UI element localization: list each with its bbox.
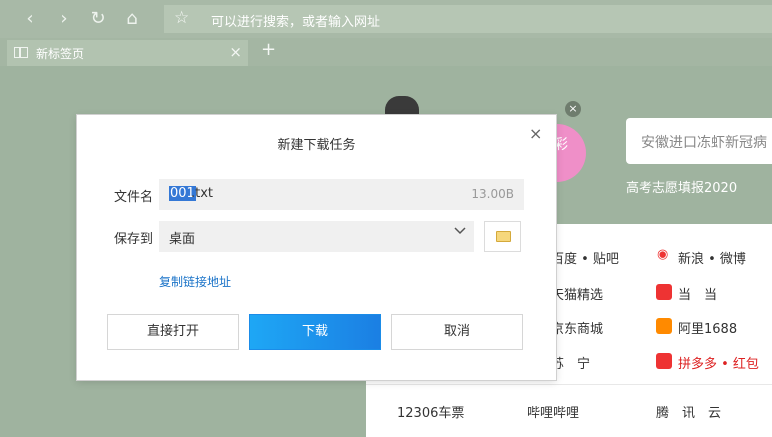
promo-text: 彩 bbox=[554, 137, 568, 153]
download-button[interactable]: 下载 bbox=[249, 314, 381, 350]
link-tencent-cloud[interactable]: 腾 讯 云 bbox=[656, 402, 721, 421]
refresh-icon[interactable]: ↻ bbox=[86, 7, 110, 31]
link-pinduoduo[interactable]: 拼多多 • 红包 bbox=[678, 353, 759, 372]
filename-extension: .txt bbox=[191, 186, 214, 201]
new-tab-button[interactable]: + bbox=[261, 39, 276, 60]
saveto-value: 桌面 bbox=[169, 232, 196, 247]
dialog-title: 新建下载任务 bbox=[277, 138, 356, 153]
download-dialog: 新建下载任务 × 文件名 001 .txt 13.00B 保存到 桌面 复制链接… bbox=[77, 115, 556, 380]
close-icon[interactable]: × bbox=[565, 101, 581, 117]
link-suning[interactable]: 苏 宁 bbox=[551, 353, 590, 372]
link-baidu[interactable]: 百度 • 贴吧 bbox=[551, 248, 619, 267]
pinduoduo-icon bbox=[656, 353, 672, 369]
dangdang-icon bbox=[656, 284, 672, 300]
file-size: 13.00B bbox=[471, 187, 514, 201]
tab-label: 新标签页 bbox=[36, 47, 85, 61]
browse-folder-button[interactable] bbox=[484, 221, 521, 252]
search-box[interactable]: 安徽进口冻虾新冠病 bbox=[626, 118, 772, 164]
dialog-close-icon[interactable]: × bbox=[529, 124, 542, 143]
filename-field[interactable]: 001 .txt 13.00B bbox=[159, 179, 524, 210]
home-icon[interactable]: ⌂ bbox=[120, 7, 144, 31]
saveto-label: 保存到 bbox=[114, 232, 154, 247]
link-12306[interactable]: 12306车票 bbox=[397, 402, 464, 421]
hot-link[interactable]: 高考志愿填报2020 bbox=[626, 177, 737, 196]
copy-link-button[interactable]: 复制链接地址 bbox=[159, 273, 231, 290]
chevron-down-icon[interactable] bbox=[454, 224, 466, 236]
link-1688[interactable]: 阿里1688 bbox=[678, 318, 737, 337]
folder-icon bbox=[496, 231, 511, 242]
saveto-select[interactable]: 桌面 bbox=[159, 221, 474, 252]
alibaba-icon bbox=[656, 318, 672, 334]
search-suggestion: 安徽进口冻虾新冠病 bbox=[641, 135, 767, 151]
forward-icon[interactable]: › bbox=[52, 7, 76, 31]
open-directly-button[interactable]: 直接打开 bbox=[107, 314, 239, 350]
divider bbox=[366, 384, 772, 385]
link-tmall[interactable]: 天猫精选 bbox=[551, 284, 603, 303]
address-bar[interactable]: ☆ 可以进行搜索，或者输入网址 bbox=[164, 5, 772, 33]
back-icon[interactable]: ‹ bbox=[18, 7, 42, 31]
tab-new-tab[interactable]: 新标签页 × bbox=[7, 40, 248, 66]
link-sina[interactable]: 新浪 • 微博 bbox=[678, 248, 746, 267]
page-icon bbox=[14, 47, 28, 58]
link-bilibili[interactable]: 哔哩哔哩 bbox=[527, 402, 579, 421]
weibo-icon: ◉ bbox=[656, 247, 672, 264]
star-icon[interactable]: ☆ bbox=[174, 8, 189, 28]
tab-bar: 新标签页 × bbox=[0, 38, 772, 66]
address-placeholder: 可以进行搜索，或者输入网址 bbox=[211, 15, 381, 30]
filename-label: 文件名 bbox=[114, 190, 154, 205]
cancel-button[interactable]: 取消 bbox=[391, 314, 523, 350]
tab-close-icon[interactable]: × bbox=[229, 43, 242, 61]
link-jd[interactable]: 京东商城 bbox=[551, 318, 603, 337]
link-dangdang[interactable]: 当 当 bbox=[678, 284, 717, 303]
browser-toolbar: ‹ › ↻ ⌂ ☆ 可以进行搜索，或者输入网址 bbox=[0, 0, 772, 38]
